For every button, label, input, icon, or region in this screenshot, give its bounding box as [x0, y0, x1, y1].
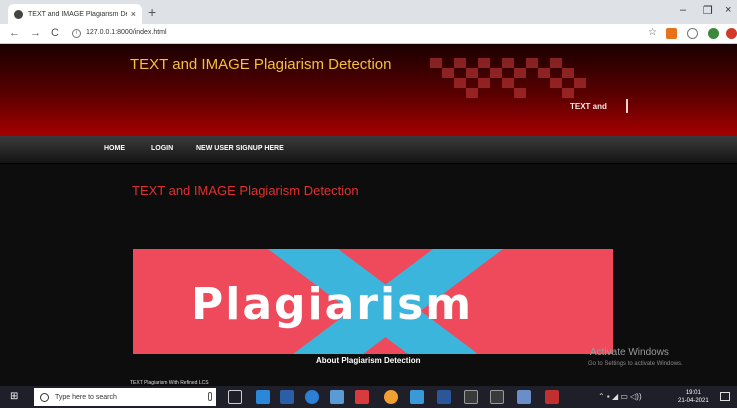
- cortana-icon: [40, 392, 49, 402]
- web-page: TEXT and IMAGE Plagiarism Detection TEXT…: [0, 44, 737, 386]
- taskbar-clock[interactable]: 19:01 21-04-2021: [678, 389, 709, 405]
- activate-windows-title: Activate Windows: [590, 347, 669, 358]
- taskbar-search-input[interactable]: Type here to search: [34, 388, 216, 406]
- extension-icon[interactable]: [726, 28, 737, 39]
- system-tray-icons[interactable]: ⌃ ▪ ◢ ▭ ◁)): [598, 392, 642, 401]
- app-icon[interactable]: [355, 390, 369, 404]
- activate-windows-subtitle: Go to Settings to activate Windows.: [588, 361, 683, 367]
- app-icon[interactable]: [545, 390, 559, 404]
- taskbar: ⊞ Type here to search ⌃ ▪ ◢ ▭ ◁)) 19:01 …: [0, 386, 737, 408]
- address-bar[interactable]: 127.0.0.1:8000/index.html: [86, 29, 167, 36]
- site-favicon-icon: [14, 9, 23, 19]
- restore-button[interactable]: ❐: [703, 4, 713, 17]
- marquee-cursor: [626, 99, 628, 113]
- browser-toolbar: ← → C i 127.0.0.1:8000/index.html ☆: [0, 24, 737, 44]
- close-window-button[interactable]: ×: [725, 4, 731, 16]
- edge-icon[interactable]: [305, 390, 319, 404]
- chrome-icon[interactable]: [384, 390, 398, 404]
- terminal-icon[interactable]: [490, 390, 504, 404]
- plagiarism-banner-image: Plagiarism: [133, 249, 613, 354]
- search-placeholder: Type here to search: [55, 393, 117, 401]
- app-icon[interactable]: [517, 390, 531, 404]
- new-tab-button[interactable]: +: [148, 5, 156, 19]
- app-icon[interactable]: [410, 390, 424, 404]
- site-header: TEXT and IMAGE Plagiarism Detection TEXT…: [0, 44, 737, 136]
- mail-icon[interactable]: [256, 390, 270, 404]
- store-icon[interactable]: [280, 390, 294, 404]
- app-icon[interactable]: [330, 390, 344, 404]
- terminal-icon[interactable]: [464, 390, 478, 404]
- reload-button[interactable]: C: [51, 27, 59, 39]
- scrolling-text: TEXT and: [570, 102, 607, 111]
- about-link[interactable]: About Plagiarism Detection: [316, 356, 420, 365]
- microphone-icon[interactable]: [208, 392, 212, 401]
- bookmark-star-icon[interactable]: ☆: [648, 27, 657, 38]
- nav-signup[interactable]: NEW USER SIGNUP HERE: [196, 145, 284, 152]
- browser-tab[interactable]: TEXT and IMAGE Plagiarism Dete ×: [8, 4, 142, 24]
- site-info-icon[interactable]: i: [72, 29, 81, 38]
- word-icon[interactable]: [437, 390, 451, 404]
- tab-title: TEXT and IMAGE Plagiarism Dete: [28, 10, 127, 18]
- back-button[interactable]: ←: [9, 27, 20, 39]
- main-nav: HOME LOGIN NEW USER SIGNUP HERE: [0, 136, 737, 164]
- nav-login[interactable]: LOGIN: [151, 145, 173, 152]
- windows-start-icon[interactable]: ⊞: [10, 392, 18, 402]
- clock-date: 21-04-2021: [678, 398, 709, 404]
- notification-icon[interactable]: [720, 392, 730, 401]
- extension-icon[interactable]: [666, 28, 677, 39]
- minimize-button[interactable]: –: [680, 4, 686, 16]
- nav-home[interactable]: HOME: [104, 145, 125, 152]
- profile-icon[interactable]: [687, 28, 698, 39]
- browser-tab-strip: TEXT and IMAGE Plagiarism Dete × + – ❐ ×: [0, 0, 737, 24]
- clock-time: 19:01: [685, 390, 701, 396]
- task-view-icon[interactable]: [228, 390, 242, 404]
- banner-word: Plagiarism: [191, 279, 474, 330]
- forward-button[interactable]: →: [30, 27, 41, 39]
- extension-icon[interactable]: [708, 28, 719, 39]
- header-decoration: [430, 58, 600, 98]
- site-title: TEXT and IMAGE Plagiarism Detection: [130, 56, 392, 73]
- content-heading: TEXT and IMAGE Plagiarism Detection: [132, 183, 359, 198]
- tab-close-icon[interactable]: ×: [131, 9, 136, 19]
